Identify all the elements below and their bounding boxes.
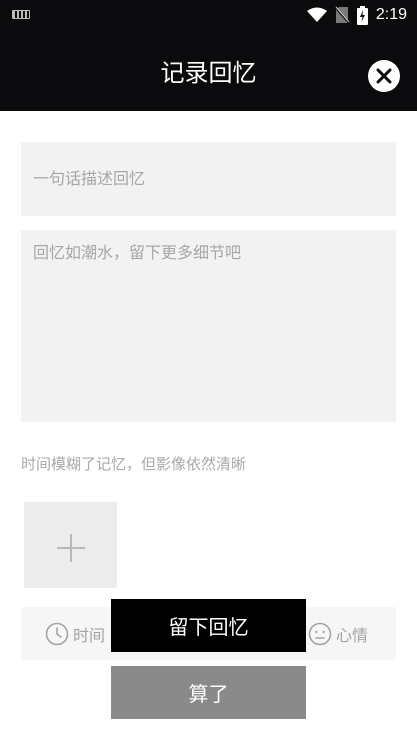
no-sim-icon <box>334 6 349 24</box>
memory-detail-placeholder: 回忆如潮水，留下更多细节吧 <box>33 243 242 262</box>
memory-detail-textarea[interactable]: 回忆如潮水，留下更多细节吧 <box>21 230 396 422</box>
plus-icon <box>57 534 85 562</box>
close-button[interactable] <box>368 60 400 92</box>
save-memory-button[interactable]: 留下回忆 <box>111 599 306 652</box>
time-selector[interactable]: 时间 <box>45 607 105 660</box>
cancel-button[interactable]: 算了 <box>111 666 306 719</box>
add-photo-button[interactable] <box>24 502 117 588</box>
clock-icon <box>45 622 69 645</box>
wifi-icon <box>306 7 327 22</box>
memory-title-input[interactable]: 一句话描述回忆 <box>21 142 396 216</box>
clock: 2:19 <box>375 6 407 23</box>
close-icon <box>376 68 392 84</box>
app-bar: 记录回忆 <box>0 30 417 111</box>
keyboard-icon <box>12 10 30 19</box>
memory-title-placeholder: 一句话描述回忆 <box>33 169 146 188</box>
battery-charging-icon <box>356 5 368 25</box>
neutral-face-icon <box>308 622 332 645</box>
mood-selector[interactable]: 心情 <box>308 607 368 660</box>
photo-hint: 时间模糊了记忆，但影像依然清晰 <box>21 455 247 473</box>
status-bar: 2:19 <box>0 0 417 30</box>
mood-label: 心情 <box>336 625 369 645</box>
page-title: 记录回忆 <box>160 59 257 87</box>
time-label: 时间 <box>73 625 106 645</box>
status-icons: 2:19 <box>306 5 407 25</box>
